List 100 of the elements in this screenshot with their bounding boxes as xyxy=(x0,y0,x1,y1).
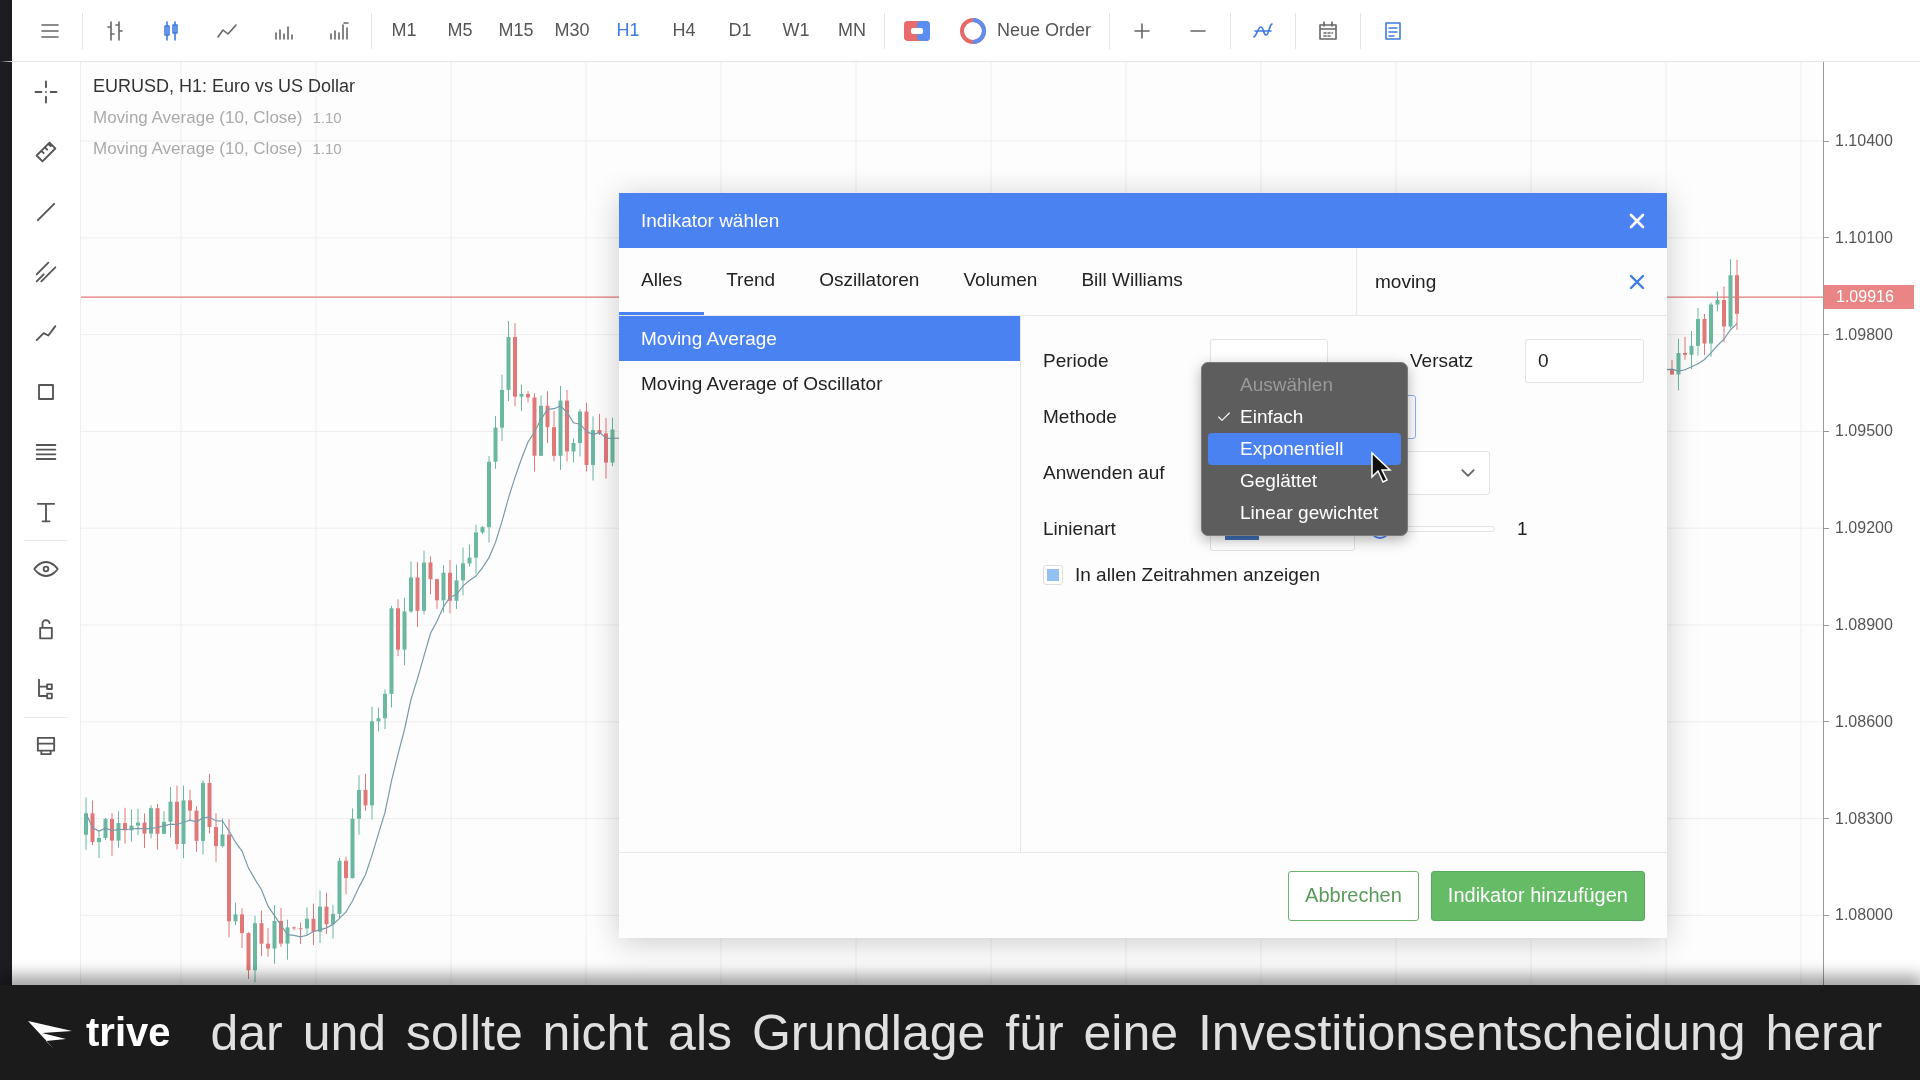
drawing-tool-button[interactable] xyxy=(32,78,60,106)
checkbox-label: In allen Zeitrahmen anzeigen xyxy=(1075,564,1321,586)
candle xyxy=(461,547,465,596)
candle xyxy=(103,817,108,841)
price-label: 1.09800 xyxy=(1824,325,1893,344)
chevron-down-icon xyxy=(1461,469,1475,477)
price-label: 1.08000 xyxy=(1824,906,1893,925)
price-label: 1.10400 xyxy=(1824,132,1893,150)
candle xyxy=(311,903,316,946)
new-order-button[interactable]: Neue Order xyxy=(945,8,1106,53)
candle xyxy=(337,857,342,920)
candle xyxy=(324,892,329,935)
field-label: Methode xyxy=(1043,406,1117,427)
candle xyxy=(545,390,550,444)
menu-item[interactable]: Geglättet xyxy=(1208,465,1401,497)
timeframe-button[interactable]: H4 xyxy=(656,8,712,53)
candle xyxy=(116,810,121,849)
candle xyxy=(123,807,127,844)
candle xyxy=(162,810,166,835)
candle xyxy=(240,907,244,949)
price-label: 1.09500 xyxy=(1824,422,1893,441)
candle xyxy=(207,773,212,835)
candle xyxy=(402,597,407,666)
candle xyxy=(129,809,134,843)
timeframe-button[interactable]: M30 xyxy=(544,8,600,53)
candle xyxy=(350,807,355,879)
timeframe-button[interactable]: MN xyxy=(824,8,880,53)
candle xyxy=(357,774,361,836)
checkbox[interactable] xyxy=(1043,565,1063,585)
category-tab[interactable]: Trend xyxy=(704,248,798,315)
field-label: Linienart xyxy=(1043,518,1116,539)
category-tab[interactable]: Volumen xyxy=(941,248,1060,315)
candle xyxy=(90,799,95,846)
candle xyxy=(97,829,101,859)
indicator-value: 1.10 xyxy=(312,109,342,126)
width-value: 1 xyxy=(1517,518,1528,540)
indicator-item[interactable]: Moving Average of Oscillator xyxy=(619,361,1020,406)
candle xyxy=(1715,291,1720,312)
candle xyxy=(331,904,335,940)
candle xyxy=(1683,336,1687,361)
category-tab[interactable]: Bill Williams xyxy=(1059,248,1205,315)
candle xyxy=(415,561,420,628)
candle xyxy=(194,805,199,853)
candle xyxy=(136,808,140,836)
candle xyxy=(266,927,270,958)
candle xyxy=(467,544,472,568)
subtitle-caption: dar und sollte nicht als Grundlage für eine Investitionsentscheidung herar xyxy=(210,1003,1883,1062)
candle xyxy=(279,907,283,948)
menu-item[interactable]: Linear gewichtet xyxy=(1208,497,1401,529)
candle xyxy=(474,524,478,575)
candle xyxy=(1702,313,1707,356)
candle xyxy=(285,919,290,961)
timeframe-button[interactable]: M15 xyxy=(488,8,544,53)
timeframe-button[interactable]: W1 xyxy=(768,8,824,53)
timeframe-button[interactable]: D1 xyxy=(712,8,768,53)
price-label: 1.08600 xyxy=(1824,712,1893,731)
candle xyxy=(344,856,348,895)
shift-field[interactable]: 0 xyxy=(1525,339,1644,383)
search-field[interactable]: moving xyxy=(1373,269,1617,294)
timeframe-button[interactable]: M5 xyxy=(432,8,488,53)
candle xyxy=(1689,330,1694,370)
price-label: 1.08300 xyxy=(1824,809,1893,828)
timeframe-button[interactable]: M1 xyxy=(376,8,432,53)
field-label: Periode xyxy=(1043,350,1109,371)
candle xyxy=(168,786,173,839)
candle xyxy=(604,417,608,480)
candle xyxy=(435,578,439,610)
candle xyxy=(142,812,147,849)
candle xyxy=(298,922,303,945)
candle xyxy=(493,415,498,470)
category-tab[interactable]: Oszillatoren xyxy=(797,248,942,315)
cursor-icon xyxy=(1370,451,1392,485)
indicator-value: 1.10 xyxy=(312,140,342,157)
candle xyxy=(519,384,524,412)
minus-icon xyxy=(1190,29,1207,32)
candle xyxy=(1722,286,1726,343)
candle xyxy=(454,564,459,610)
order-icon xyxy=(959,16,987,45)
menu-item[interactable]: Einfach xyxy=(1208,401,1401,433)
price-label: 1.10100 xyxy=(1824,228,1893,247)
candle xyxy=(292,925,296,931)
candle xyxy=(1735,259,1739,331)
candle xyxy=(272,904,277,965)
menu-item[interactable]: Exponentiell xyxy=(1208,433,1401,465)
candle xyxy=(480,525,485,535)
candle xyxy=(597,413,602,436)
candle xyxy=(363,773,368,812)
candle xyxy=(155,803,160,851)
field-label: Versatz xyxy=(1410,350,1474,371)
timeframe-button[interactable]: H1 xyxy=(600,8,656,53)
candle xyxy=(214,812,218,863)
indicator-item[interactable]: Moving Average xyxy=(619,316,1020,361)
candle xyxy=(259,909,264,957)
candle xyxy=(591,415,595,482)
candle xyxy=(448,559,452,614)
price-label: 1.08900 xyxy=(1824,616,1893,634)
candle xyxy=(428,555,433,595)
dialog-title: Indikator wählen xyxy=(641,209,780,232)
candle xyxy=(578,408,582,457)
candle xyxy=(1709,302,1713,358)
